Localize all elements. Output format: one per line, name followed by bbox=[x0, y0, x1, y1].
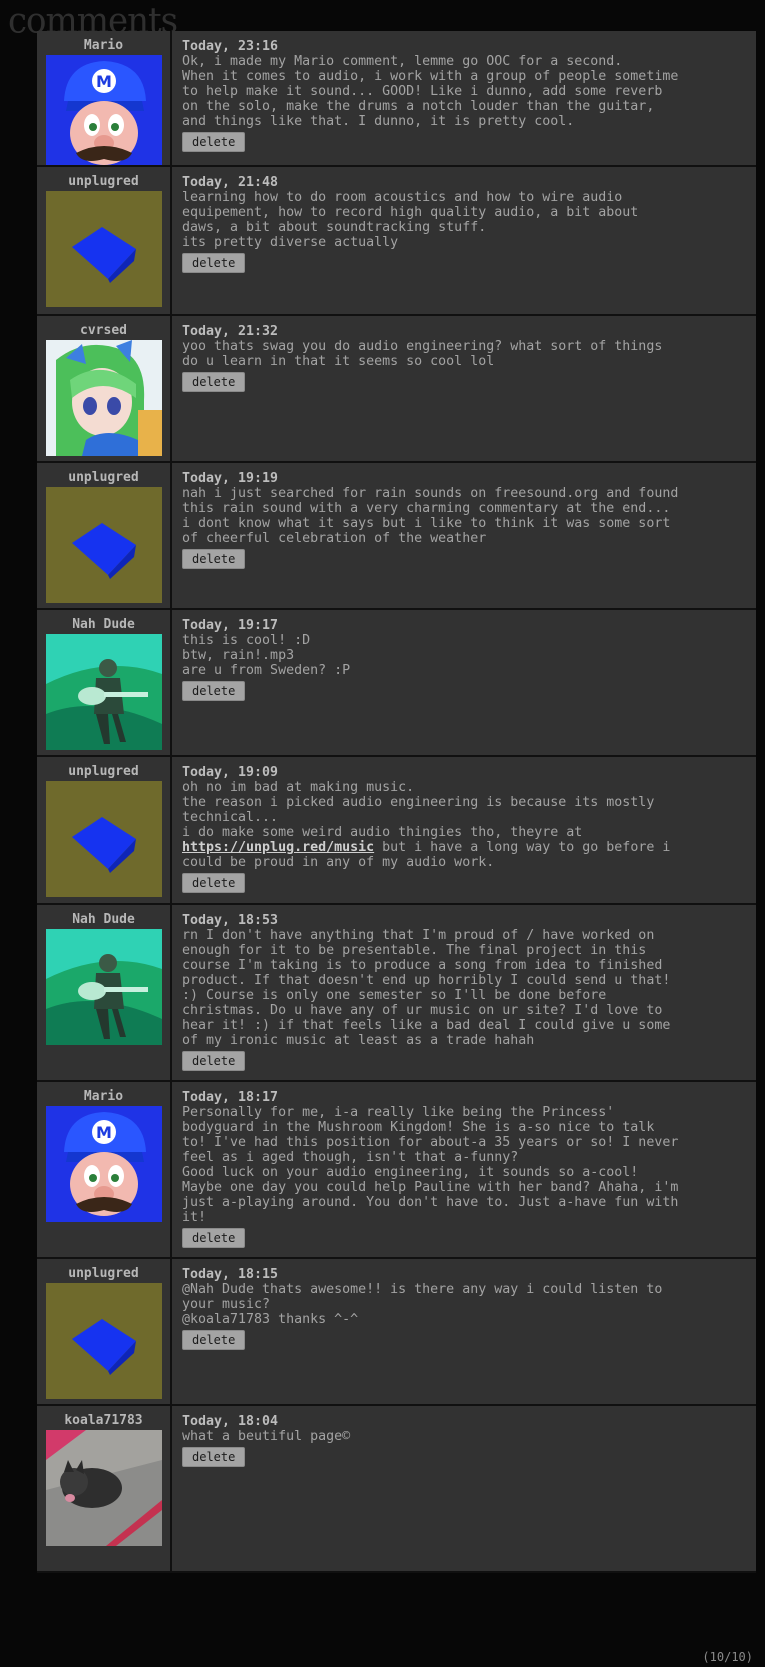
author-cell: koala71783 bbox=[37, 1406, 172, 1571]
svg-text:M: M bbox=[96, 1123, 112, 1142]
author-name[interactable]: Nah Dude bbox=[72, 913, 135, 927]
blue-cube-icon bbox=[45, 191, 162, 307]
guitarist-icon bbox=[45, 929, 162, 1045]
comment-body: Today, 23:16 Ok, i made my Mario comment… bbox=[172, 31, 756, 165]
author-name[interactable]: Mario bbox=[84, 1090, 123, 1104]
comment-text: Personally for me, i-a really like being… bbox=[182, 1105, 679, 1225]
guitarist-icon bbox=[45, 634, 162, 750]
comment-row: koala71783 Today, 18:04 what a beutiful … bbox=[37, 1406, 756, 1573]
author-name[interactable]: Mario bbox=[84, 39, 123, 53]
comment-text: rn I don't have anything that I'm proud … bbox=[182, 928, 671, 1048]
comment-row: unplugred Today, 21:48 learning how to d… bbox=[37, 167, 756, 316]
author-name[interactable]: unplugred bbox=[68, 175, 138, 189]
author-cell: unplugred bbox=[37, 1259, 172, 1404]
cat-photo-avatar[interactable] bbox=[45, 1430, 162, 1546]
comment-timestamp: Today, 21:48 bbox=[182, 175, 279, 190]
comment-body: Today, 21:48 learning how to do room aco… bbox=[172, 167, 756, 314]
comment-timestamp: Today, 18:04 bbox=[182, 1414, 279, 1429]
comment-text: @Nah Dude thats awesome!! is there any w… bbox=[182, 1282, 663, 1327]
anime-girl-avatar[interactable] bbox=[45, 340, 162, 456]
mario-avatar[interactable]: M bbox=[45, 55, 162, 165]
music-link[interactable]: https://unplug.red/music bbox=[182, 840, 374, 855]
blue-cube-avatar[interactable] bbox=[45, 191, 162, 307]
anime-girl-icon bbox=[45, 340, 162, 456]
cat-photo-icon bbox=[45, 1430, 162, 1546]
comment-timestamp: Today, 19:09 bbox=[182, 765, 279, 780]
comment-timestamp: Today, 18:15 bbox=[182, 1267, 279, 1282]
guitarist-avatar[interactable] bbox=[45, 929, 162, 1045]
guitarist-avatar[interactable] bbox=[45, 634, 162, 750]
comment-timestamp: Today, 18:53 bbox=[182, 913, 279, 928]
comment-row: unplugred Today, 19:19 nah i just search… bbox=[37, 463, 756, 610]
blue-cube-icon bbox=[45, 487, 162, 603]
author-cell: unplugred bbox=[37, 757, 172, 903]
delete-button[interactable]: delete bbox=[182, 1330, 246, 1350]
comment-body: Today, 21:32 yoo thats swag you do audio… bbox=[172, 316, 756, 461]
comment-text: what a beutiful page© bbox=[182, 1429, 351, 1444]
comment-timestamp: Today, 19:19 bbox=[182, 471, 279, 486]
author-cell: cvrsed bbox=[37, 316, 172, 461]
author-cell: unplugred bbox=[37, 167, 172, 314]
author-name[interactable]: Nah Dude bbox=[72, 618, 135, 632]
delete-button[interactable]: delete bbox=[182, 549, 246, 569]
comment-text: nah i just searched for rain sounds on f… bbox=[182, 486, 679, 546]
author-cell: Mario M bbox=[37, 31, 172, 165]
blue-cube-icon bbox=[45, 781, 162, 897]
mario-icon: M bbox=[45, 55, 162, 165]
comment-body: Today, 18:04 what a beutiful page© delet… bbox=[172, 1406, 756, 1571]
delete-button[interactable]: delete bbox=[182, 372, 246, 392]
comment-timestamp: Today, 19:17 bbox=[182, 618, 279, 633]
comment-body: Today, 19:19 nah i just searched for rai… bbox=[172, 463, 756, 608]
delete-button[interactable]: delete bbox=[182, 873, 246, 893]
author-cell: unplugred bbox=[37, 463, 172, 608]
comment-timestamp: Today, 23:16 bbox=[182, 39, 279, 54]
comment-row: Mario M Today, 23:16 Ok, i made my Mario… bbox=[37, 31, 756, 167]
comment-body: Today, 19:09 oh no im bad at making musi… bbox=[172, 757, 756, 903]
blue-cube-icon bbox=[45, 1283, 162, 1399]
comment-text: yoo thats swag you do audio engineering?… bbox=[182, 339, 663, 369]
delete-button[interactable]: delete bbox=[182, 1447, 246, 1467]
comment-timestamp: Today, 21:32 bbox=[182, 324, 279, 339]
svg-text:M: M bbox=[96, 72, 112, 91]
comment-body: Today, 18:53 rn I don't have anything th… bbox=[172, 905, 756, 1080]
pagination-indicator: (10/10) bbox=[702, 1650, 753, 1664]
blue-cube-avatar[interactable] bbox=[45, 1283, 162, 1399]
comment-row: cvrsed Today, 21:32 yoo thats swag you d… bbox=[37, 316, 756, 463]
delete-button[interactable]: delete bbox=[182, 1051, 246, 1071]
author-name[interactable]: unplugred bbox=[68, 765, 138, 779]
mario-icon: M bbox=[45, 1106, 162, 1222]
mario-avatar[interactable]: M bbox=[45, 1106, 162, 1222]
comment-timestamp: Today, 18:17 bbox=[182, 1090, 279, 1105]
comment-row: Nah Dude Today, 19:17 this is cool! :D b… bbox=[37, 610, 756, 757]
author-cell: Nah Dude bbox=[37, 905, 172, 1080]
comment-row: Nah Dude Today, 18:53 rn I don't have an… bbox=[37, 905, 756, 1082]
comment-text: oh no im bad at making music. the reason… bbox=[182, 780, 746, 870]
author-name[interactable]: unplugred bbox=[68, 471, 138, 485]
comment-text: Ok, i made my Mario comment, lemme go OO… bbox=[182, 54, 679, 129]
author-name[interactable]: cvrsed bbox=[80, 324, 127, 338]
delete-button[interactable]: delete bbox=[182, 253, 246, 273]
comment-row: unplugred Today, 18:15 @Nah Dude thats a… bbox=[37, 1259, 756, 1406]
comment-row: Mario M Today, 18:17 Personally for me, … bbox=[37, 1082, 756, 1259]
comments-list: Mario M Today, 23:16 Ok, i made my Mario… bbox=[37, 31, 756, 1573]
comment-body: Today, 19:17 this is cool! :D btw, rain!… bbox=[172, 610, 756, 755]
comment-text-before-link: oh no im bad at making music. the reason… bbox=[182, 780, 655, 840]
comment-body: Today, 18:17 Personally for me, i-a real… bbox=[172, 1082, 756, 1257]
blue-cube-avatar[interactable] bbox=[45, 781, 162, 897]
author-name[interactable]: unplugred bbox=[68, 1267, 138, 1281]
comment-body: Today, 18:15 @Nah Dude thats awesome!! i… bbox=[172, 1259, 756, 1404]
delete-button[interactable]: delete bbox=[182, 1228, 246, 1248]
delete-button[interactable]: delete bbox=[182, 681, 246, 701]
blue-cube-avatar[interactable] bbox=[45, 487, 162, 603]
author-cell: Mario M bbox=[37, 1082, 172, 1257]
author-cell: Nah Dude bbox=[37, 610, 172, 755]
delete-button[interactable]: delete bbox=[182, 132, 246, 152]
comment-row: unplugred Today, 19:09 oh no im bad at m… bbox=[37, 757, 756, 905]
comment-text: learning how to do room acoustics and ho… bbox=[182, 190, 639, 250]
comment-text: this is cool! :D btw, rain!.mp3 are u fr… bbox=[182, 633, 351, 678]
author-name[interactable]: koala71783 bbox=[64, 1414, 142, 1428]
